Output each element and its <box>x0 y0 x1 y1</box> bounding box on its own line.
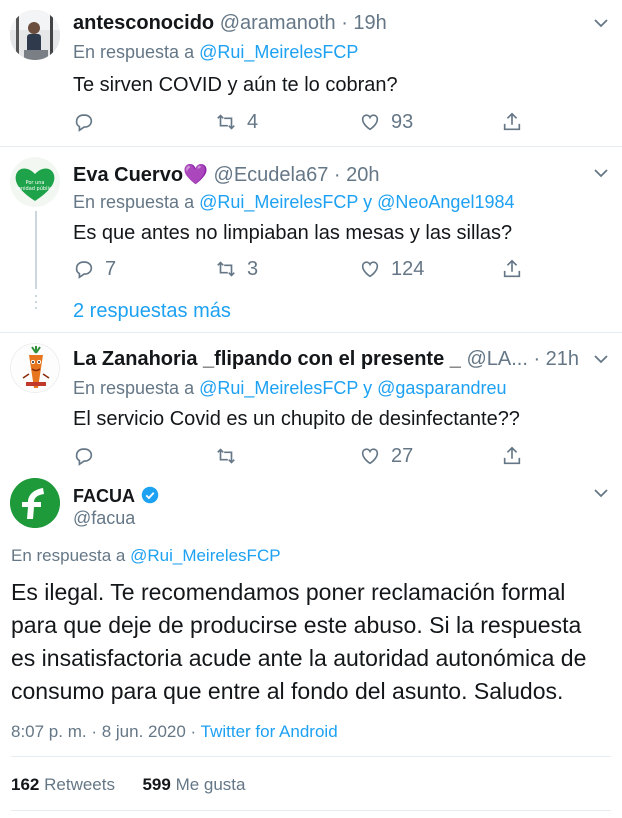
author-name[interactable]: FACUA <box>73 486 135 506</box>
main-tweet: FACUA @facua En respuesta a @Rui_Meirele… <box>0 468 622 818</box>
tweet-2[interactable]: Por una sanidad pública Eva Cuervo💜 @Ecu… <box>0 147 622 332</box>
verified-icon <box>141 486 158 504</box>
share-button[interactable] <box>501 255 533 283</box>
mention-link[interactable]: @Rui_MeirelesFCP <box>199 378 358 398</box>
thread-dots <box>35 295 37 309</box>
avatar[interactable] <box>10 10 60 60</box>
reply-icon <box>75 261 93 279</box>
svg-text:sanidad pública: sanidad pública <box>15 185 54 192</box>
timestamp[interactable]: 21h <box>546 348 579 370</box>
author-handle[interactable]: @facua <box>73 508 135 529</box>
avatar[interactable] <box>10 343 60 393</box>
reply-icon <box>75 114 93 132</box>
author-name[interactable]: Eva Cuervo <box>73 164 183 186</box>
reply-button[interactable] <box>73 108 105 136</box>
author-line: antesconocido @aramanoth · 19h <box>73 12 387 34</box>
chevron-down-icon[interactable] <box>592 350 610 368</box>
timestamp[interactable]: 20h <box>346 164 379 186</box>
share-button[interactable] <box>501 108 533 136</box>
like-button[interactable]: 27 <box>359 442 413 470</box>
author-line: La Zanahoria _flipando con el presente _… <box>73 348 580 370</box>
retweet-icon <box>217 261 235 277</box>
like-icon <box>361 448 379 465</box>
like-icon <box>361 114 379 131</box>
mention-link[interactable]: @gasparandreu <box>377 378 506 398</box>
mention-link[interactable]: @Rui_MeirelesFCP <box>199 42 358 62</box>
reply-context: En respuesta a @Rui_MeirelesFCP <box>11 546 281 565</box>
reply-icon <box>75 448 93 466</box>
purple-heart-emoji: 💜 <box>183 164 208 186</box>
reply-context: En respuesta a @Rui_MeirelesFCP y @NeoAn… <box>73 192 515 212</box>
tweet-actions: 4 93 <box>73 108 533 136</box>
share-button[interactable] <box>501 442 533 470</box>
tweet-meta: 8:07 p. m. · 8 jun. 2020 · Twitter for A… <box>11 722 338 742</box>
reply-context: En respuesta a @Rui_MeirelesFCP <box>73 42 359 62</box>
likes-stat[interactable]: 599 Me gusta <box>142 775 245 794</box>
mention-link[interactable]: @Rui_MeirelesFCP <box>130 546 280 565</box>
share-icon <box>503 446 521 465</box>
source-link[interactable]: Twitter for Android <box>201 722 338 741</box>
retweet-icon <box>217 114 235 130</box>
like-button[interactable]: 93 <box>359 108 413 136</box>
retweet-button[interactable]: 3 <box>215 255 258 283</box>
chevron-down-icon[interactable] <box>592 14 610 32</box>
chevron-down-icon[interactable] <box>592 484 610 502</box>
tweet-text: Es ilegal. Te recomendamos poner reclama… <box>11 579 587 704</box>
like-button[interactable]: 124 <box>359 255 424 283</box>
mention-link[interactable]: @NeoAngel1984 <box>377 192 514 212</box>
tweet-1[interactable]: antesconocido @aramanoth · 19h En respue… <box>0 0 622 148</box>
author-handle[interactable]: @aramanoth <box>220 12 336 34</box>
retweet-button[interactable]: 4 <box>215 108 258 136</box>
divider <box>11 756 611 757</box>
reply-context: En respuesta a @Rui_MeirelesFCP y @gaspa… <box>73 378 507 398</box>
author-handle[interactable]: @LA... <box>466 348 527 370</box>
retweet-button[interactable] <box>215 442 247 470</box>
author-handle[interactable]: @Ecudela67 <box>214 164 329 186</box>
author-name[interactable]: antesconocido <box>73 12 214 34</box>
divider <box>11 810 611 811</box>
retweet-icon <box>217 448 235 464</box>
reply-button[interactable] <box>73 442 105 470</box>
avatar[interactable]: Por una sanidad pública <box>10 157 60 207</box>
tweet-text: El servicio Covid es un chupito de desin… <box>73 408 520 430</box>
share-icon <box>503 112 521 131</box>
thread-connector <box>35 211 37 289</box>
author-line: FACUA <box>73 485 159 508</box>
chevron-down-icon[interactable] <box>592 164 610 182</box>
avatar[interactable] <box>10 478 60 528</box>
tweet-actions: 27 <box>73 442 533 470</box>
reply-button[interactable]: 7 <box>73 255 116 283</box>
tweet-3[interactable]: La Zanahoria _flipando con el presente _… <box>0 333 622 468</box>
retweets-stat[interactable]: 162 Retweets <box>11 775 115 794</box>
engagement-stats: 162 Retweets 599 Me gusta <box>11 775 246 795</box>
share-icon <box>503 259 521 278</box>
mention-link[interactable]: @Rui_MeirelesFCP <box>199 192 358 212</box>
like-icon <box>361 261 379 278</box>
tweet-text: Es que antes no limpiaban las mesas y la… <box>73 222 513 244</box>
tweet-actions: 7 3 124 <box>73 255 533 283</box>
timestamp[interactable]: 19h <box>353 12 386 34</box>
author-line: Eva Cuervo💜 @Ecudela67 · 20h <box>73 164 380 186</box>
timestamp[interactable]: 8:07 p. m. · 8 jun. 2020 · <box>11 722 196 741</box>
tweet-text: Te sirven COVID y aún te lo cobran? <box>73 74 398 96</box>
show-more-replies-link[interactable]: 2 respuestas más <box>73 300 231 323</box>
author-name[interactable]: La Zanahoria _flipando con el presente _ <box>73 348 461 370</box>
